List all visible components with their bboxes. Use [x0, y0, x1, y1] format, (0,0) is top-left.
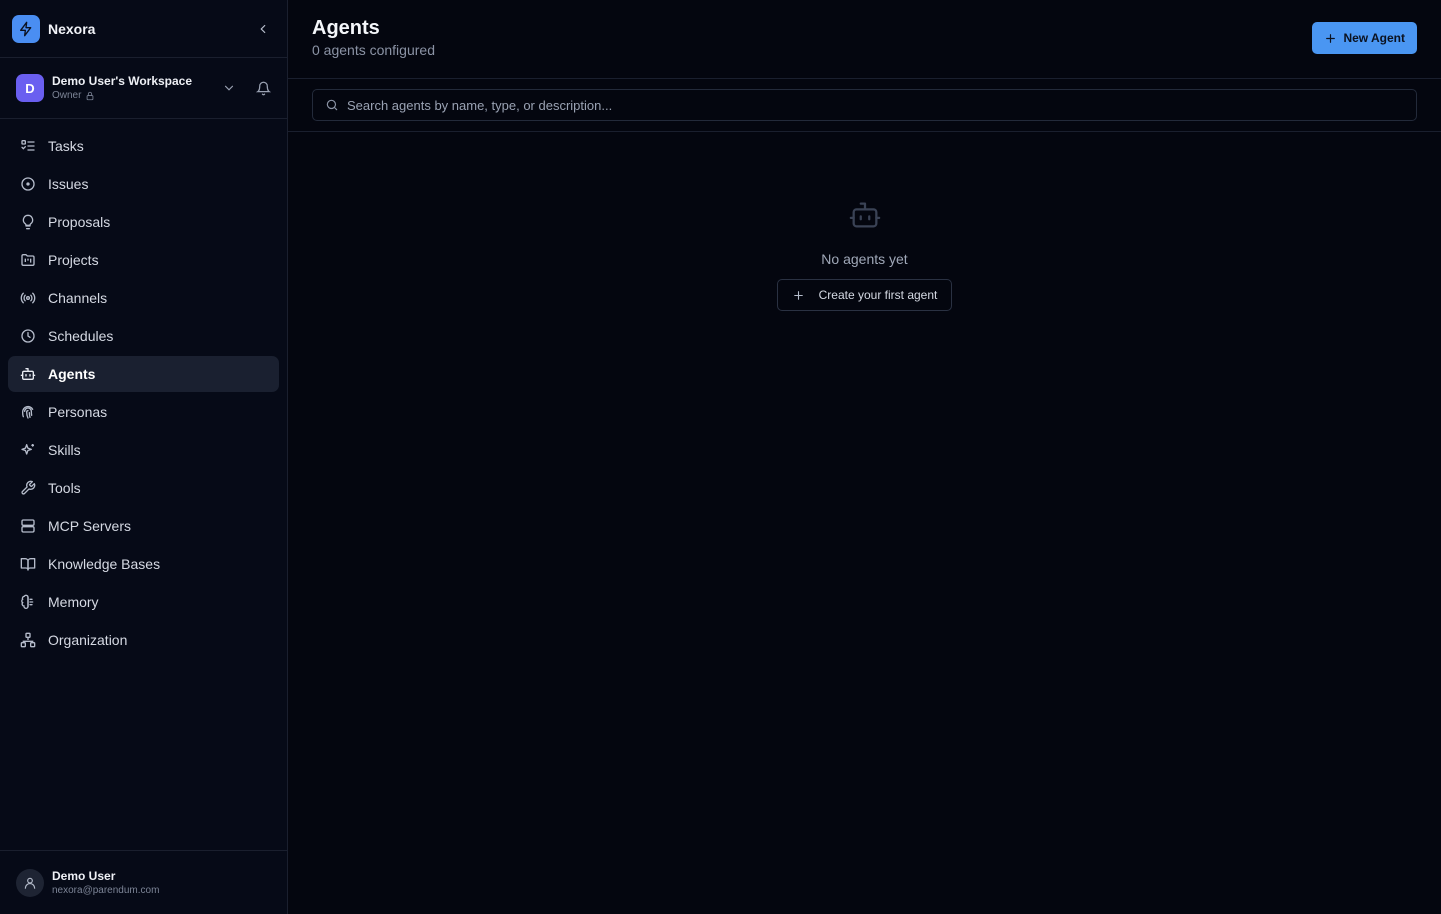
search-icon — [325, 98, 339, 112]
workspace-role: Owner — [52, 89, 192, 103]
sidebar-item-projects[interactable]: Projects — [8, 242, 279, 278]
brain-icon — [20, 594, 36, 610]
lightbulb-icon — [20, 214, 36, 230]
chevron-down-icon — [224, 85, 234, 91]
page-heading: Agents 0 agents configured — [312, 16, 435, 58]
sidebar-item-label: Knowledge Bases — [48, 556, 161, 572]
page-title: Agents — [312, 17, 380, 39]
empty-state-text: No agents yet — [821, 251, 908, 267]
sidebar-item-label: Personas — [48, 404, 108, 420]
wrench-icon — [20, 480, 36, 496]
sidebar-item-proposals[interactable]: Proposals — [8, 204, 279, 240]
chevron-left-icon — [260, 24, 266, 33]
sidebar-item-label: Skills — [48, 442, 81, 458]
notifications-button[interactable] — [256, 81, 271, 96]
sidebar-item-label: Agents — [48, 366, 96, 382]
sidebar-item-label: Channels — [48, 290, 108, 306]
new-agent-button[interactable]: New Agent — [1312, 22, 1417, 54]
search-box — [312, 89, 1417, 121]
list-icon — [20, 138, 36, 154]
sidebar-item-organization[interactable]: Organization — [8, 622, 279, 658]
sidebar-item-personas[interactable]: Personas — [8, 394, 279, 430]
sidebar-item-tools[interactable]: Tools — [8, 470, 279, 506]
circle-dot-icon — [20, 176, 36, 192]
search-input[interactable] — [347, 97, 1404, 113]
sidebar-item-skills[interactable]: Skills — [8, 432, 279, 468]
sidebar-item-channels[interactable]: Channels — [8, 280, 279, 316]
search-bar — [288, 79, 1441, 132]
sidebar-item-tasks[interactable]: Tasks — [8, 128, 279, 164]
plus-icon — [793, 290, 803, 300]
bell-icon — [256, 81, 271, 95]
sidebar-item-label: Projects — [48, 252, 99, 268]
brand-name: Nexora — [48, 20, 96, 37]
sidebar-item-label: Issues — [48, 176, 89, 192]
sidebar-item-label: Organization — [48, 632, 128, 648]
user-profile[interactable]: Demo User nexora@parendum.com — [0, 850, 287, 914]
bot-icon — [20, 366, 36, 382]
sidebar-item-label: Proposals — [48, 214, 111, 230]
bot-icon — [846, 198, 884, 237]
sidebar-item-issues[interactable]: Issues — [8, 166, 279, 202]
workspace-name: Demo User's Workspace — [52, 74, 193, 88]
workspace-info: Demo User's Workspace Owner — [52, 73, 192, 103]
sidebar-item-schedules[interactable]: Schedules — [8, 318, 279, 354]
workspace-avatar: D — [16, 74, 44, 102]
new-agent-label: New Agent — [1343, 31, 1405, 45]
sidebar-item-mcp-servers[interactable]: MCP Servers — [8, 508, 279, 544]
collapse-sidebar-button[interactable] — [251, 17, 275, 41]
clock-icon — [20, 328, 36, 344]
book-open-icon — [20, 556, 36, 572]
user-info: Demo User nexora@parendum.com — [52, 868, 159, 898]
server-icon — [20, 518, 36, 534]
sidebar: Nexora D Demo User's Workspace Owner Tas… — [0, 0, 288, 914]
app: Nexora D Demo User's Workspace Owner Tas… — [0, 0, 1441, 914]
user-icon — [24, 877, 36, 889]
sidebar-nav: Tasks Issues Proposals Projects Channels… — [0, 119, 287, 660]
workspace-role-label: Owner — [52, 90, 82, 101]
page-subtitle: 0 agents configured — [312, 42, 435, 58]
workspace-switcher[interactable]: D Demo User's Workspace Owner — [0, 58, 287, 119]
sidebar-item-label: Tasks — [48, 138, 84, 154]
sidebar-item-agents[interactable]: Agents — [8, 356, 279, 392]
bolt-icon — [12, 14, 40, 43]
sidebar-item-label: MCP Servers — [48, 518, 131, 534]
sidebar-item-label: Memory — [48, 594, 99, 610]
sidebar-item-memory[interactable]: Memory — [8, 584, 279, 620]
radio-icon — [20, 290, 36, 306]
sidebar-item-knowledge-bases[interactable]: Knowledge Bases — [8, 546, 279, 582]
sidebar-item-label: Schedules — [48, 328, 114, 344]
network-icon — [20, 632, 36, 648]
empty-state: No agents yet Create your first agent — [288, 132, 1441, 311]
user-email: nexora@parendum.com — [52, 884, 160, 896]
create-first-agent-button[interactable]: Create your first agent — [776, 279, 953, 311]
page-header: Agents 0 agents configured New Agent — [288, 0, 1441, 79]
workspace-dropdown-button[interactable] — [222, 81, 236, 95]
lock-icon — [87, 91, 94, 101]
folder-kanban-icon — [20, 252, 36, 268]
create-first-agent-label: Create your first agent — [818, 288, 938, 302]
user-name: Demo User — [52, 868, 116, 883]
plus-icon — [1326, 33, 1336, 43]
brand-header: Nexora — [0, 0, 287, 58]
fingerprint-icon — [20, 404, 36, 420]
user-avatar — [16, 868, 44, 897]
main-content: Agents 0 agents configured New Agent No … — [288, 0, 1441, 914]
sidebar-item-label: Tools — [48, 480, 81, 496]
sparkles-icon — [20, 442, 36, 458]
